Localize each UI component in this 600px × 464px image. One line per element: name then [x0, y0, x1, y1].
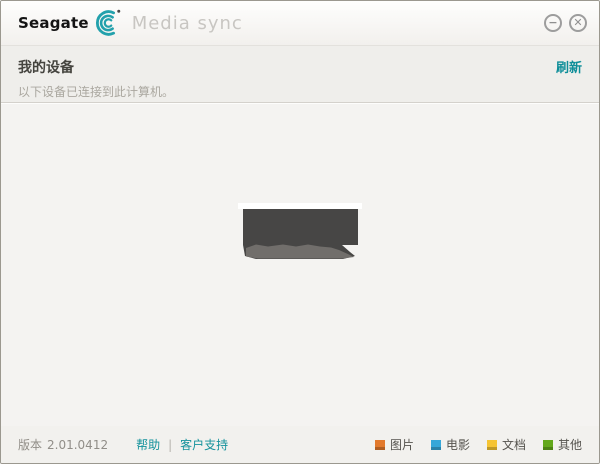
- window-controls: − ✕: [544, 14, 587, 32]
- legend-item-documents: 文档: [486, 436, 526, 453]
- device-list-area: [1, 103, 599, 426]
- legend-label: 文档: [501, 438, 526, 452]
- legend-item-movies: 电影: [430, 436, 470, 453]
- legend-label: 电影: [445, 438, 470, 452]
- minimize-icon: −: [548, 16, 558, 29]
- file-type-legend: 图片 电影 文档 其他: [374, 436, 582, 453]
- support-link[interactable]: 客户支持: [180, 436, 228, 453]
- version-value: 2.01.0412: [47, 437, 109, 452]
- legend-item-other: 其他: [542, 436, 582, 453]
- app-title: Media sync: [131, 12, 243, 34]
- movies-swatch-icon: [430, 439, 441, 450]
- legend-item-pictures: 图片: [374, 436, 414, 453]
- legend-label: 其他: [557, 438, 582, 452]
- device-image: [238, 203, 362, 259]
- help-link[interactable]: 帮助: [136, 436, 160, 453]
- status-bar: 版本 2.01.0412 帮助 | 客户支持 图片 电影 文档 其他: [1, 426, 599, 463]
- pictures-swatch-icon: [374, 439, 385, 450]
- seagate-swirl-icon: [95, 9, 120, 36]
- documents-swatch-icon: [486, 439, 497, 450]
- brand-text: Seagate: [18, 14, 89, 32]
- app-window: Seagate Media sync − ✕ 我的设备 刷新 以下设备已连接到此…: [0, 0, 600, 464]
- version-and-links: 版本 2.01.0412 帮助 | 客户支持: [18, 436, 228, 453]
- close-button[interactable]: ✕: [569, 14, 587, 32]
- other-swatch-icon: [542, 439, 553, 450]
- devices-header: 我的设备 刷新 以下设备已连接到此计算机。: [1, 46, 599, 103]
- legend-label: 图片: [389, 438, 414, 452]
- title-bar: Seagate Media sync − ✕: [1, 1, 599, 46]
- minimize-button[interactable]: −: [544, 14, 562, 32]
- page-subtitle: 以下设备已连接到此计算机。: [18, 85, 175, 99]
- close-icon: ✕: [573, 16, 583, 29]
- page-title: 我的设备: [18, 60, 74, 76]
- refresh-link[interactable]: 刷新: [556, 57, 582, 76]
- link-separator: |: [168, 437, 173, 452]
- version-label: 版本: [18, 438, 43, 452]
